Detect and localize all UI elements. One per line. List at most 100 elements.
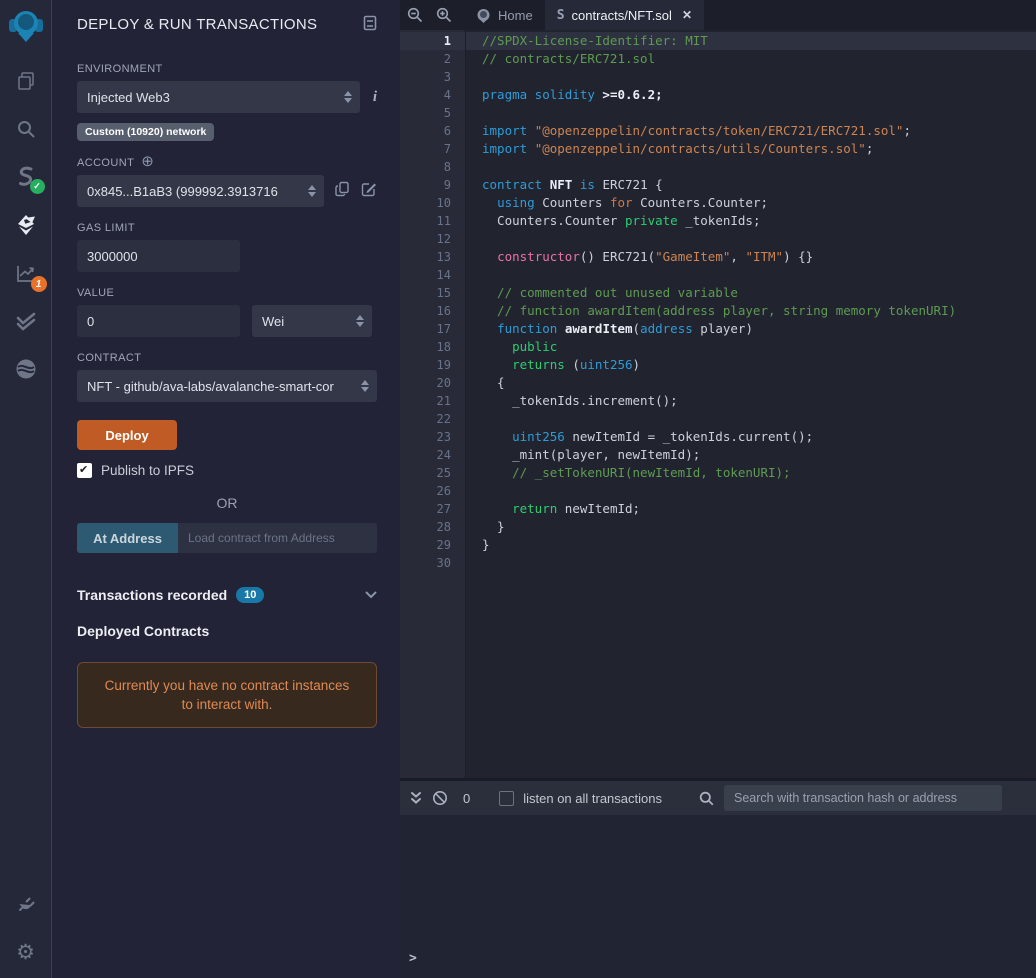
line-number[interactable]: 13 [400,248,465,266]
code-line[interactable]: } [466,536,1036,554]
code-line[interactable]: constructor() ERC721("GameItem", "ITM") … [466,248,1036,266]
code-line[interactable] [466,68,1036,86]
code-line[interactable]: _mint(player, newItemId); [466,446,1036,464]
line-number[interactable]: 21 [400,392,465,410]
code-line[interactable] [466,230,1036,248]
search-icon[interactable] [14,117,38,141]
line-number[interactable]: 22 [400,410,465,428]
code-line[interactable] [466,410,1036,428]
line-number[interactable]: 10 [400,194,465,212]
add-account-icon[interactable]: ⊕ [141,153,154,170]
solidity-compiler-icon[interactable]: ✓ [14,165,45,194]
plugin-circle-icon[interactable] [14,357,38,381]
at-address-button[interactable]: At Address [77,523,178,553]
code-line[interactable]: //SPDX-License-Identifier: MIT [466,32,1036,50]
terminal-collapse-icon[interactable] [410,791,422,805]
line-number[interactable]: 16 [400,302,465,320]
code-line[interactable]: _tokenIds.increment(); [466,392,1036,410]
tab-home[interactable]: Home [462,0,545,30]
code-line[interactable] [466,482,1036,500]
code-line[interactable]: uint256 newItemId = _tokenIds.current(); [466,428,1036,446]
environment-info-icon[interactable]: i [373,89,377,106]
value-label: VALUE [77,287,115,299]
code-line[interactable]: pragma solidity >=0.6.2; [466,86,1036,104]
at-address-input[interactable] [178,523,377,553]
line-number[interactable]: 1 [400,32,465,50]
code-line[interactable]: // _setTokenURI(newItemId, tokenURI); [466,464,1036,482]
file-explorer-icon[interactable] [14,69,38,93]
line-number[interactable]: 20 [400,374,465,392]
line-number[interactable]: 29 [400,536,465,554]
code-line[interactable]: // contracts/ERC721.sol [466,50,1036,68]
terminal-search-input[interactable] [724,785,1002,811]
code-line[interactable]: public [466,338,1036,356]
unit-testing-icon[interactable] [14,309,38,333]
value-unit-select[interactable]: Wei [252,305,372,337]
line-number[interactable]: 28 [400,518,465,536]
line-number[interactable]: 7 [400,140,465,158]
line-number[interactable]: 15 [400,284,465,302]
code-line[interactable]: import "@openzeppelin/contracts/utils/Co… [466,140,1036,158]
code-line[interactable]: { [466,374,1036,392]
zoom-in-icon[interactable] [436,7,452,23]
code-line[interactable]: Counters.Counter private _tokenIds; [466,212,1036,230]
line-number[interactable]: 26 [400,482,465,500]
sign-message-icon[interactable] [361,181,377,202]
line-number[interactable]: 24 [400,446,465,464]
analytics-icon[interactable]: 1 [14,261,47,292]
tab-contracts-nft-sol[interactable]: S contracts/NFT.sol ✕ [544,0,704,30]
line-number[interactable]: 25 [400,464,465,482]
code-line[interactable]: return newItemId; [466,500,1036,518]
code-line[interactable]: contract NFT is ERC721 { [466,176,1036,194]
documentation-icon[interactable] [363,15,377,36]
code-line[interactable]: using Counters for Counters.Counter; [466,194,1036,212]
line-number[interactable]: 19 [400,356,465,374]
code-line[interactable]: // commented out unused variable [466,284,1036,302]
line-number[interactable]: 4 [400,86,465,104]
transactions-recorded-label[interactable]: Transactions recorded [77,587,227,603]
value-input[interactable] [77,305,240,337]
code-line[interactable]: } [466,518,1036,536]
line-number[interactable]: 9 [400,176,465,194]
line-number[interactable]: 5 [400,104,465,122]
line-number[interactable]: 23 [400,428,465,446]
publish-ipfs-checkbox[interactable] [77,463,92,478]
code-line[interactable]: function awardItem(address player) [466,320,1036,338]
line-number[interactable]: 14 [400,266,465,284]
clear-console-icon[interactable] [432,790,448,806]
environment-select[interactable]: Injected Web3 [77,81,360,113]
plugin-manager-icon[interactable] [14,892,38,916]
copy-account-icon[interactable] [335,181,350,202]
code-line[interactable] [466,266,1036,284]
line-number[interactable]: 11 [400,212,465,230]
listen-transactions-checkbox[interactable] [499,790,515,806]
remix-logo-icon[interactable] [5,5,47,47]
code-line[interactable] [466,158,1036,176]
deploy-button[interactable]: Deploy [77,420,177,450]
code-editor[interactable]: 1 2 3 4 5 6 7 8 9 10 11 12 13 14 15 16 17 18 19 20 21 22 23 24 2… [400,30,1036,778]
line-number[interactable]: 3 [400,68,465,86]
account-select[interactable]: 0x845...B1aB3 (999992.3913716 [77,175,324,207]
close-tab-icon[interactable]: ✕ [682,8,692,22]
chevron-down-icon[interactable] [365,586,377,604]
gas-limit-label: GAS LIMIT [77,222,135,234]
code-line[interactable]: // function awardItem(address player, st… [466,302,1036,320]
line-number[interactable]: 17 [400,320,465,338]
deploy-run-icon[interactable] [14,213,38,237]
settings-icon[interactable]: ⚙ [14,940,38,964]
code-line[interactable] [466,104,1036,122]
code-line[interactable]: import "@openzeppelin/contracts/token/ER… [466,122,1036,140]
contract-select[interactable]: NFT - github/ava-labs/avalanche-smart-co… [77,370,377,402]
line-number[interactable]: 8 [400,158,465,176]
line-number[interactable]: 30 [400,554,465,572]
code-line[interactable] [466,554,1036,572]
line-number[interactable]: 12 [400,230,465,248]
line-number[interactable]: 18 [400,338,465,356]
code-line[interactable]: returns (uint256) [466,356,1036,374]
line-number[interactable]: 6 [400,122,465,140]
line-number[interactable]: 2 [400,50,465,68]
gas-limit-input[interactable] [77,240,240,272]
zoom-out-icon[interactable] [407,7,423,23]
line-number[interactable]: 27 [400,500,465,518]
terminal-output[interactable]: > [400,815,1036,978]
